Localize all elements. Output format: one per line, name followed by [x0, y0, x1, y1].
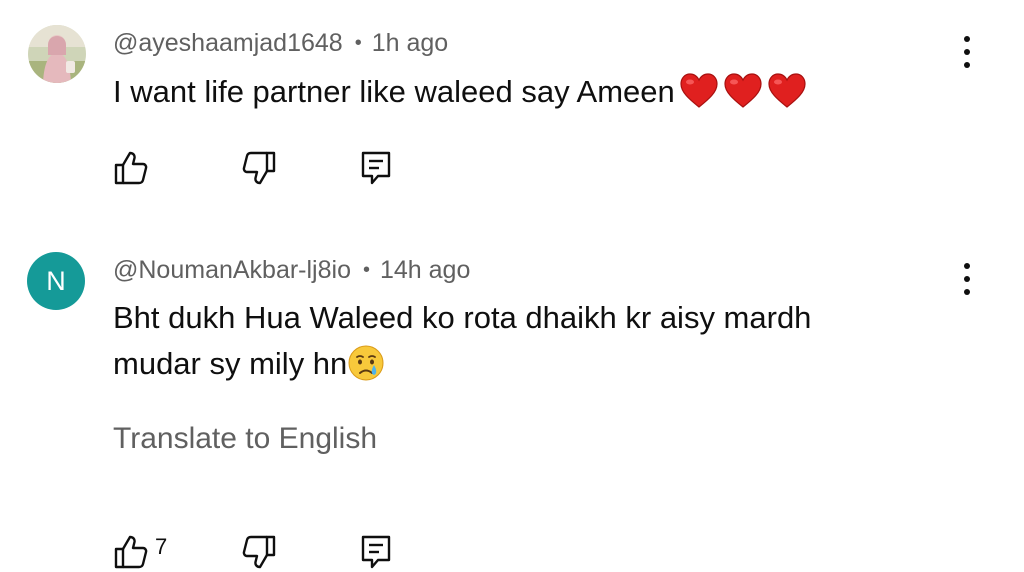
like-button[interactable] [110, 532, 150, 572]
reply-icon [361, 535, 391, 569]
translate-button[interactable]: Translate to English [113, 422, 377, 456]
comment-author[interactable]: @ayeshaamjad1648 [113, 29, 343, 57]
avatar-initial: N [46, 265, 66, 296]
like-count: 7 [155, 534, 168, 559]
comment-author[interactable]: @NoumanAkbar-lj8io [113, 256, 351, 284]
comment-meta: @ayeshaamjad1648 • 1h ago [113, 29, 448, 58]
crying-face-emoji-icon [348, 345, 384, 381]
comment-time[interactable]: 14h ago [380, 256, 470, 284]
profile-photo-icon [28, 25, 86, 83]
comment-time[interactable]: 1h ago [372, 29, 448, 57]
thumbs-up-icon [114, 535, 148, 569]
red-heart-emoji-icon [680, 73, 718, 108]
comment-text: Bht dukh Hua Waleed ko rota dhaikh kr ai… [113, 295, 811, 387]
more-vertical-icon [964, 263, 970, 269]
dislike-button[interactable] [240, 148, 280, 188]
more-options-button[interactable] [952, 259, 982, 299]
thumbs-down-icon [242, 535, 276, 569]
like-button[interactable] [110, 148, 150, 188]
avatar[interactable]: N [27, 252, 85, 310]
reply-button[interactable] [356, 148, 396, 188]
red-heart-emoji-icon [724, 73, 762, 108]
thumbs-down-icon [242, 151, 276, 185]
comment-text-line: Bht dukh Hua Waleed ko rota dhaikh kr ai… [113, 300, 812, 335]
comment-text: I want life partner like waleed say Amee… [113, 69, 807, 115]
red-heart-emoji-icon [768, 73, 806, 108]
more-options-button[interactable] [952, 32, 982, 72]
more-vertical-icon [964, 36, 970, 42]
avatar[interactable] [28, 25, 86, 83]
meta-separator: • [362, 259, 370, 281]
comment-item: @ayeshaamjad1648 • 1h ago I want life part… [0, 0, 1024, 230]
thumbs-up-icon [114, 151, 148, 185]
comment-text-line: mudar sy mily hn [113, 341, 811, 387]
comment-meta: @NoumanAkbar-lj8io • 14h ago [113, 256, 470, 285]
dislike-button[interactable] [240, 532, 280, 572]
reply-button[interactable] [356, 532, 396, 572]
reply-icon [361, 151, 391, 185]
comment-item: N @NoumanAkbar-lj8io • 14h ago Bht dukh Hu… [0, 230, 1024, 569]
meta-separator: • [354, 32, 362, 54]
